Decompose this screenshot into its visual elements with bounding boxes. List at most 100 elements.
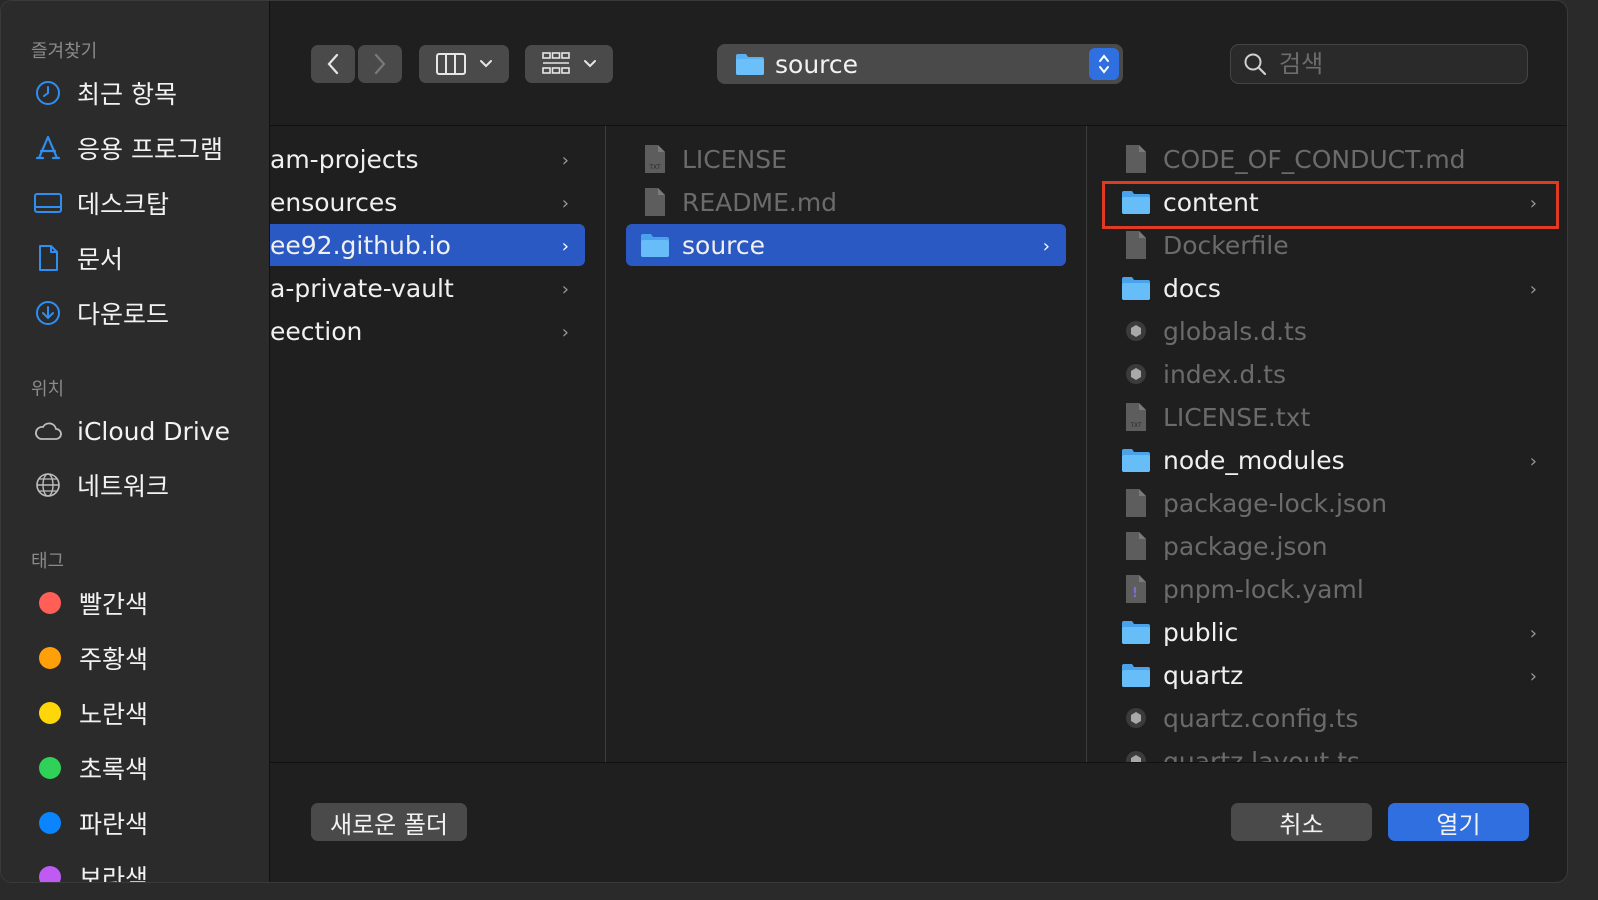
- ts-file-icon: [1121, 703, 1151, 733]
- list-item-selected[interactable]: source ›: [626, 224, 1066, 266]
- list-item-selected[interactable]: ee92.github.io ›: [270, 224, 585, 266]
- item-label: source: [682, 230, 766, 260]
- item-label: public: [1163, 617, 1239, 647]
- cloud-icon: [33, 416, 63, 446]
- sidebar-tag-yellow[interactable]: 노란색: [33, 693, 148, 733]
- download-icon: [33, 298, 63, 328]
- ts-file-icon: [1121, 746, 1151, 762]
- column-parent: am-projects › ensources › ee92.github.io…: [270, 126, 606, 762]
- list-item[interactable]: package-lock.json: [1121, 482, 1553, 524]
- list-item[interactable]: content ›: [1121, 181, 1553, 223]
- list-item[interactable]: globals.d.ts: [1121, 310, 1553, 352]
- path-popup[interactable]: source: [717, 44, 1123, 84]
- purple-dot-icon: [39, 866, 61, 882]
- sidebar-item-label: iCloud Drive: [77, 416, 230, 446]
- blue-dot-icon: [39, 812, 61, 834]
- chevron-right-icon: ›: [561, 193, 569, 214]
- file-icon: [1121, 230, 1151, 260]
- sidebar-item-applications[interactable]: 응용 프로그램: [33, 128, 223, 168]
- grid-icon: [542, 52, 570, 74]
- list-item[interactable]: public ›: [1121, 611, 1553, 653]
- sidebar-item-label: 주황색: [79, 645, 149, 674]
- folder-icon: [640, 230, 670, 260]
- back-button[interactable]: [311, 45, 355, 83]
- sidebar-tag-green[interactable]: 초록색: [33, 748, 148, 788]
- list-item[interactable]: TXT LICENSE: [640, 138, 1066, 180]
- txt-file-icon: TXT: [640, 144, 670, 174]
- list-item[interactable]: ensources ›: [270, 181, 585, 223]
- chevron-right-icon: ›: [1529, 451, 1537, 472]
- sidebar-item-label: 최근 항목: [77, 80, 177, 109]
- list-item[interactable]: quartz.config.ts: [1121, 697, 1553, 739]
- svg-text:TXT: TXT: [648, 164, 661, 171]
- chevron-right-icon: ›: [1529, 193, 1537, 214]
- up-down-chevron-icon: [1099, 54, 1109, 74]
- item-label: package.json: [1163, 531, 1328, 561]
- sidebar-tag-red[interactable]: 빨간색: [33, 583, 148, 623]
- path-stepper-button[interactable]: [1089, 48, 1119, 80]
- group-button[interactable]: [525, 45, 613, 83]
- chevron-right-icon: ›: [1529, 623, 1537, 644]
- column-view-icon: [436, 53, 466, 75]
- file-icon: [640, 187, 670, 217]
- list-item[interactable]: ! pnpm-lock.yaml: [1121, 568, 1553, 610]
- sidebar-item-label: 네트워크: [77, 472, 170, 501]
- sidebar-item-label: 데스크탑: [77, 190, 170, 219]
- search-icon: [1244, 53, 1267, 76]
- sidebar-item-documents[interactable]: 문서: [33, 238, 123, 278]
- sidebar-item-recents[interactable]: 최근 항목: [33, 73, 177, 113]
- list-item[interactable]: quartz.layout.ts: [1121, 740, 1553, 762]
- item-label: index.d.ts: [1163, 359, 1286, 389]
- new-folder-button[interactable]: 새로운 폴더: [311, 803, 467, 841]
- sidebar-item-label: 응용 프로그램: [77, 135, 223, 164]
- list-item[interactable]: Dockerfile: [1121, 224, 1553, 266]
- dialog-footer: 새로운 폴더 취소 열기: [270, 763, 1567, 882]
- cancel-button[interactable]: 취소: [1231, 803, 1372, 841]
- tags-header: 태그: [31, 551, 65, 572]
- sidebar-tag-orange[interactable]: 주황색: [33, 638, 148, 678]
- list-item[interactable]: docs ›: [1121, 267, 1553, 309]
- sidebar-tag-blue[interactable]: 파란색: [33, 803, 148, 843]
- item-label: pnpm-lock.yaml: [1163, 574, 1364, 604]
- list-item[interactable]: README.md: [640, 181, 1066, 223]
- folder-icon: [1121, 273, 1151, 303]
- list-item[interactable]: CODE_OF_CONDUCT.md: [1121, 138, 1553, 180]
- list-item[interactable]: am-projects ›: [270, 138, 585, 180]
- svg-text:TXT: TXT: [1129, 422, 1142, 429]
- item-label: node_modules: [1163, 445, 1345, 475]
- chevron-down-icon: [584, 60, 596, 68]
- view-mode-button[interactable]: [419, 45, 509, 83]
- toolbar: source: [270, 1, 1567, 126]
- sidebar-item-label: 보라색: [79, 864, 149, 883]
- list-item[interactable]: node_modules ›: [1121, 439, 1553, 481]
- sidebar-item-downloads[interactable]: 다운로드: [33, 293, 169, 333]
- list-item[interactable]: index.d.ts: [1121, 353, 1553, 395]
- file-icon: [1121, 144, 1151, 174]
- list-item[interactable]: TXT LICENSE.txt: [1121, 396, 1553, 438]
- sidebar-item-icloud[interactable]: iCloud Drive: [33, 411, 230, 451]
- item-label: LICENSE.txt: [1163, 402, 1311, 432]
- open-button[interactable]: 열기: [1388, 803, 1529, 841]
- list-item[interactable]: package.json: [1121, 525, 1553, 567]
- search-input[interactable]: [1277, 49, 1501, 79]
- item-label: CODE_OF_CONDUCT.md: [1163, 144, 1466, 174]
- item-label: quartz.config.ts: [1163, 703, 1359, 733]
- item-label: docs: [1163, 273, 1221, 303]
- list-item[interactable]: a-private-vault ›: [270, 267, 585, 309]
- sidebar-item-network[interactable]: 네트워크: [33, 465, 169, 505]
- list-item[interactable]: eection ›: [270, 310, 585, 352]
- sidebar-tag-purple[interactable]: 보라색: [33, 857, 149, 883]
- folder-icon: [1121, 187, 1151, 217]
- green-dot-icon: [39, 757, 61, 779]
- column-project: TXT LICENSE README.md source ›: [606, 126, 1087, 762]
- sidebar-item-desktop[interactable]: 데스크탑: [33, 183, 169, 223]
- folder-icon: [1121, 617, 1151, 647]
- forward-button[interactable]: [358, 45, 402, 83]
- search-field[interactable]: [1230, 44, 1528, 84]
- list-item[interactable]: quartz ›: [1121, 654, 1553, 696]
- globe-icon: [33, 470, 63, 500]
- chevron-right-icon: ›: [1529, 666, 1537, 687]
- locations-header: 위치: [31, 379, 65, 400]
- chevron-right-icon: ›: [561, 150, 569, 171]
- folder-icon: [736, 54, 764, 75]
